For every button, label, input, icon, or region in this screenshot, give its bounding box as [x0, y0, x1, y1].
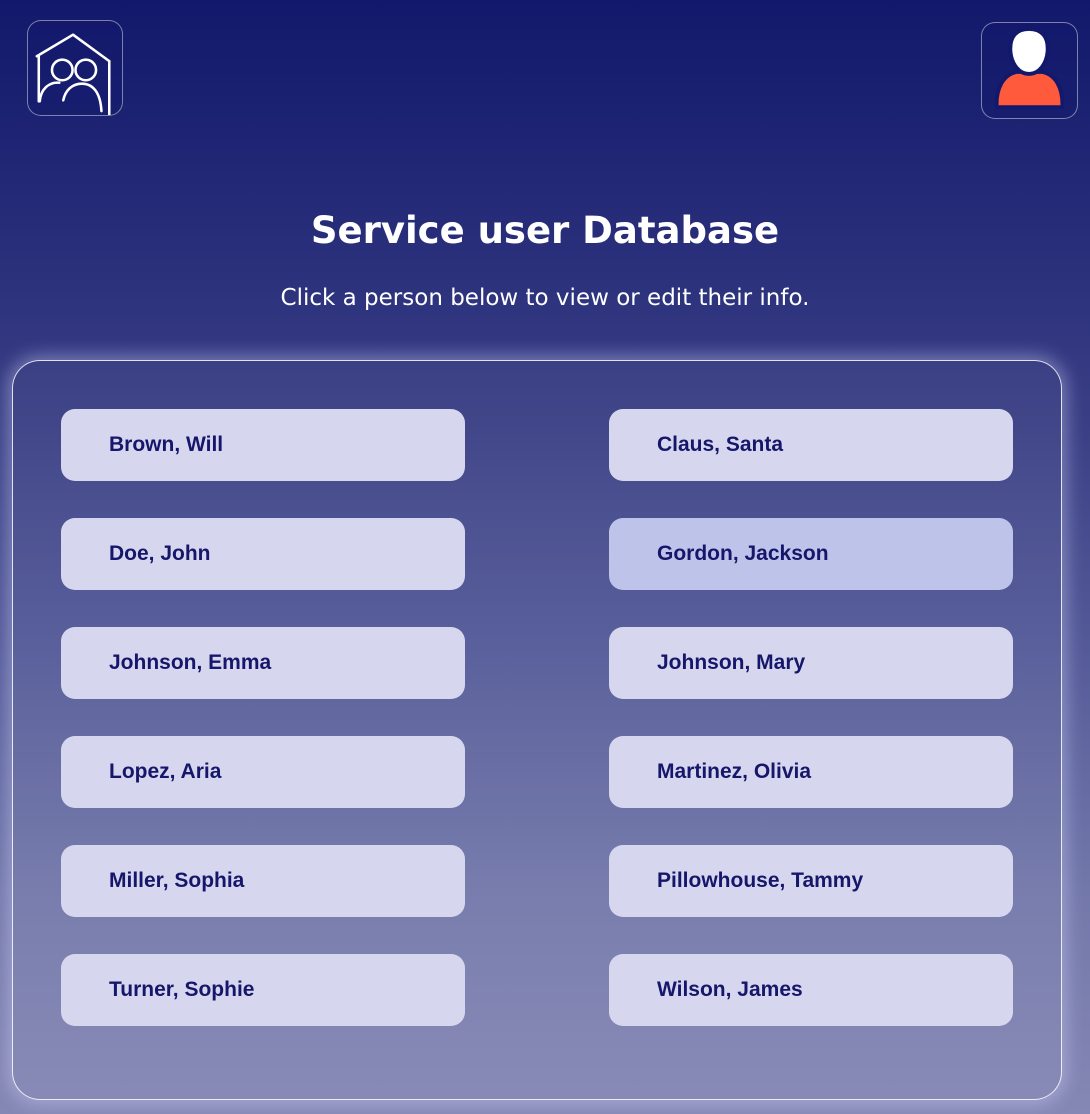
person-card[interactable]: Johnson, Emma	[61, 627, 465, 699]
person-card[interactable]: Miller, Sophia	[61, 845, 465, 917]
home-people-icon	[35, 33, 111, 115]
home-button[interactable]	[27, 20, 123, 116]
user-avatar-icon	[994, 26, 1065, 110]
person-card[interactable]: Lopez, Aria	[61, 736, 465, 808]
person-card[interactable]: Johnson, Mary	[609, 627, 1013, 699]
person-card[interactable]: Doe, John	[61, 518, 465, 590]
profile-button[interactable]	[981, 22, 1078, 119]
person-card-hovered[interactable]: Gordon, Jackson	[609, 518, 1013, 590]
person-card[interactable]: Claus, Santa	[609, 409, 1013, 481]
people-panel: Brown, Will Claus, Santa Doe, John Gordo…	[12, 360, 1062, 1100]
person-card[interactable]: Wilson, James	[609, 954, 1013, 1026]
people-grid: Brown, Will Claus, Santa Doe, John Gordo…	[61, 409, 1013, 1026]
person-card[interactable]: Pillowhouse, Tammy	[609, 845, 1013, 917]
person-card[interactable]: Martinez, Olivia	[609, 736, 1013, 808]
person-card[interactable]: Brown, Will	[61, 409, 465, 481]
page-subtitle: Click a person below to view or edit the…	[280, 285, 810, 311]
page-title: Service user Database	[310, 209, 780, 252]
person-card[interactable]: Turner, Sophie	[61, 954, 465, 1026]
